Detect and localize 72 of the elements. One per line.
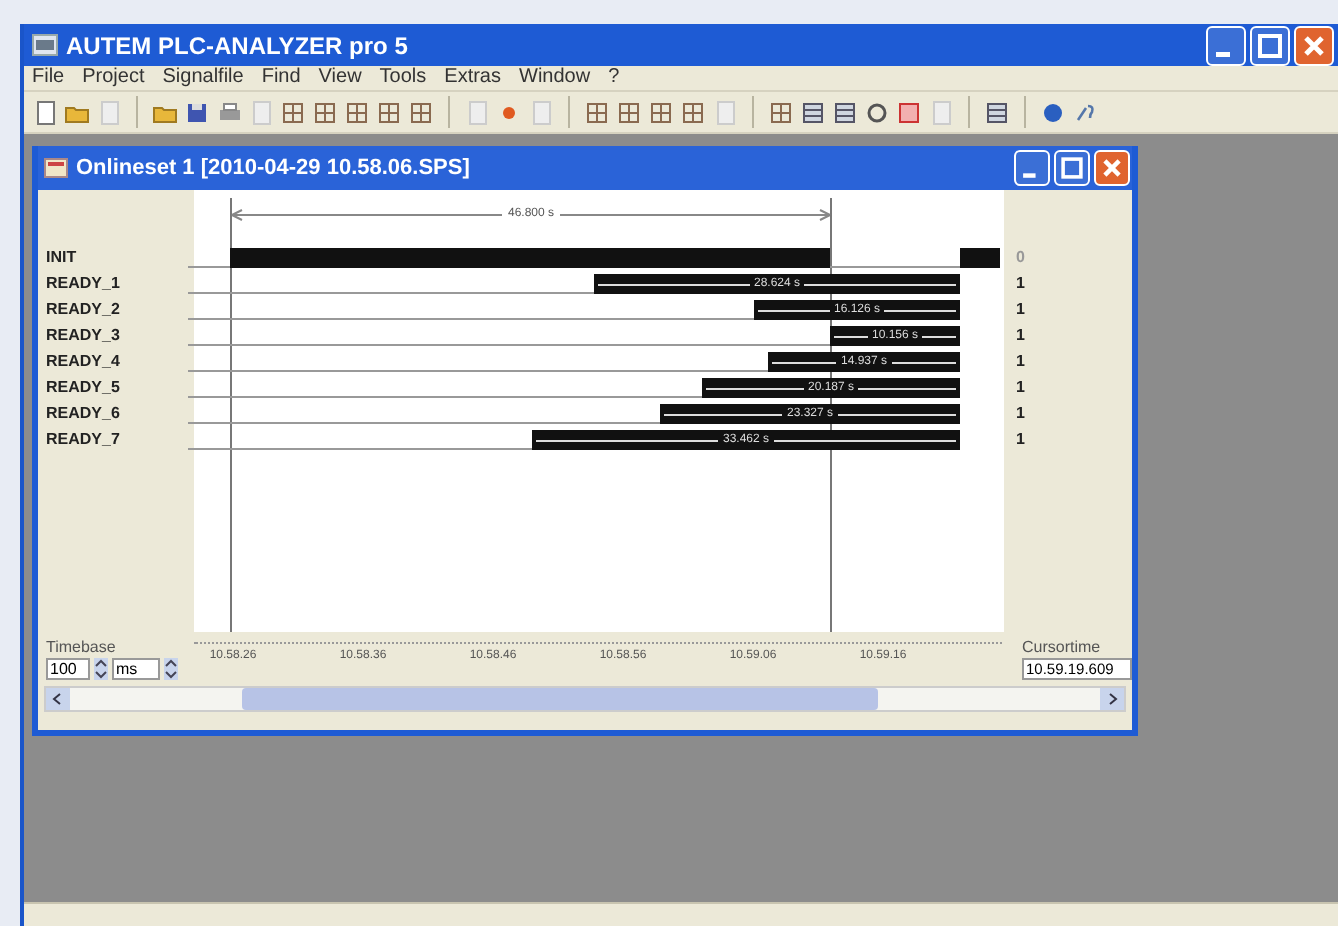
close-icon: [1102, 158, 1122, 178]
maximize-icon: [1258, 33, 1282, 57]
grid-icon[interactable]: [280, 99, 306, 125]
spinner-icon[interactable]: [164, 658, 178, 680]
signal-name: INIT: [46, 246, 79, 270]
grid-icon[interactable]: [768, 99, 794, 125]
page-icon[interactable]: [32, 99, 58, 125]
chevron-right-icon: [1109, 693, 1118, 705]
scroll-thumb[interactable]: [242, 688, 878, 710]
menu-item[interactable]: Extras: [444, 66, 501, 90]
window-title: Onlineset 1 [2010-04-29 10.58.06.SPS]: [76, 153, 472, 184]
spinner-icon[interactable]: [94, 658, 108, 680]
minimize-icon: [1216, 51, 1230, 56]
grid-icon[interactable]: [312, 99, 338, 125]
scroll-right-button[interactable]: [1100, 688, 1124, 710]
grid-icon[interactable]: [616, 99, 642, 125]
close-button[interactable]: [1294, 25, 1334, 65]
signal-name: READY_1: [46, 272, 122, 296]
clock-icon[interactable]: [864, 99, 890, 125]
maximize-button[interactable]: [1250, 25, 1290, 65]
menu-item[interactable]: ?: [608, 66, 620, 90]
printer-icon[interactable]: [216, 99, 242, 125]
cursortime-label: Cursortime: [1022, 638, 1103, 658]
close-button[interactable]: [1094, 150, 1130, 186]
square-icon[interactable]: [896, 99, 922, 125]
minimize-button[interactable]: [1206, 25, 1246, 65]
menu-item[interactable]: File: [32, 66, 65, 90]
signal-name: READY_3: [46, 324, 122, 348]
scroll-left-button[interactable]: [46, 688, 70, 710]
minimize-icon: [1023, 173, 1036, 178]
grid-icon[interactable]: [680, 99, 706, 125]
menu-item[interactable]: Find: [261, 66, 301, 90]
window-title: AUTEM PLC-ANALYZER pro 5: [66, 29, 410, 63]
signal-name: READY_5: [46, 376, 122, 400]
menu-item[interactable]: Project: [82, 66, 145, 90]
signal-value: 1: [1016, 350, 1027, 374]
signal-name: READY_6: [46, 402, 122, 426]
chevron-left-icon: [52, 693, 61, 705]
grid-icon[interactable]: [584, 99, 610, 125]
signal-name: READY_4: [46, 350, 122, 374]
signal-value: 1: [1016, 324, 1027, 348]
signal-value: 1: [1016, 272, 1027, 296]
table-icon[interactable]: [800, 99, 826, 125]
maximize-button[interactable]: [1054, 150, 1090, 186]
timebase-field[interactable]: 100: [46, 658, 90, 680]
close-icon: [1303, 34, 1325, 56]
table-icon[interactable]: [984, 99, 1010, 125]
signal-name: READY_2: [46, 298, 122, 322]
signal-bar: [960, 248, 1000, 268]
unit-field[interactable]: ms: [112, 658, 160, 680]
horizontal-scrollbar[interactable]: [44, 686, 1126, 712]
window-icon: [44, 158, 68, 178]
signal-name: READY_7: [46, 428, 122, 452]
menu-item[interactable]: Window: [519, 66, 591, 90]
grid-icon[interactable]: [408, 99, 434, 125]
signal-value: 1: [1016, 402, 1027, 426]
grid-icon[interactable]: [376, 99, 402, 125]
minimize-button[interactable]: [1014, 150, 1050, 186]
signal-value: 1: [1016, 428, 1027, 452]
table-icon[interactable]: [832, 99, 858, 125]
grid-icon[interactable]: [344, 99, 370, 125]
menu-item[interactable]: Tools: [379, 66, 427, 90]
grid-icon[interactable]: [648, 99, 674, 125]
maximize-icon: [1061, 157, 1083, 179]
globe-icon[interactable]: [1040, 99, 1066, 125]
signal-value: 1: [1016, 376, 1027, 400]
signal-value: 0: [1016, 246, 1027, 270]
window-icon: [32, 34, 58, 56]
menu-item[interactable]: View: [318, 66, 362, 90]
timebase-label: Timebase: [46, 638, 118, 658]
signal-value: 1: [1016, 298, 1027, 322]
menu-item[interactable]: Signalfile: [162, 66, 244, 90]
